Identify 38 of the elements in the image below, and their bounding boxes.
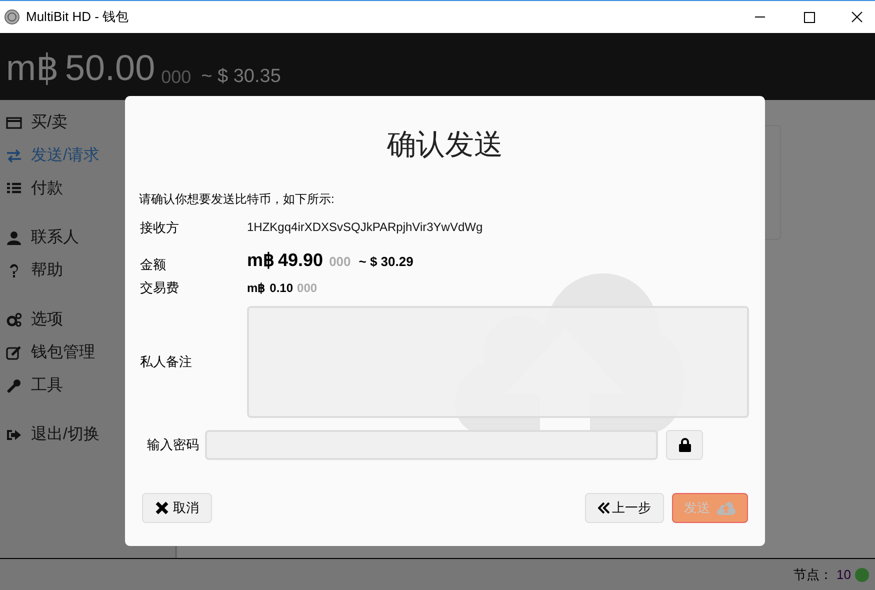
back-button[interactable]: 上一步 — [585, 492, 664, 522]
currency-symbol: m฿ — [247, 249, 274, 272]
notes-field[interactable] — [247, 306, 749, 418]
password-label: 输入密码 — [147, 436, 199, 454]
intro-text: 请确认你想要发送比特币，如下所示: — [139, 190, 334, 208]
lock-button[interactable] — [666, 430, 703, 460]
close-icon — [155, 500, 169, 514]
sidebar-item[interactable]: 买/卖 — [0, 110, 175, 135]
peers-label: 节点： — [794, 566, 833, 584]
fee-fraction: 000 — [297, 280, 318, 297]
balance-amount: 50.00 — [65, 50, 156, 86]
close-icon[interactable] — [851, 11, 863, 23]
dialog-title: 确认发送 — [387, 128, 503, 163]
recipient-address: 1HZKgq4irXDXSvSQJkPARpjhVir3YwVdWg — [247, 219, 483, 236]
sidebar-item[interactable]: 选项 — [0, 307, 175, 332]
lock-icon — [678, 438, 690, 452]
window-title: MultiBit HD - 钱包 — [26, 8, 129, 26]
double-chevron-left-icon — [598, 502, 610, 514]
amount-label: 金额 — [140, 256, 167, 274]
peers-count: 10 — [836, 566, 851, 584]
fee-label: 交易费 — [140, 279, 180, 297]
recipient-label: 接收方 — [140, 218, 180, 236]
currency-symbol: m฿ — [247, 280, 266, 297]
maximize-icon[interactable] — [804, 12, 815, 22]
sidebar-item[interactable]: 发送/请求 — [0, 143, 175, 168]
balance-fraction: 000 — [161, 68, 192, 86]
amount-fraction: 000 — [329, 253, 351, 271]
currency-symbol: m฿ — [6, 50, 59, 86]
sidebar-item[interactable]: 工具 — [0, 373, 175, 398]
amount-value: 49.90 — [278, 249, 324, 272]
fiat-amount: ~ $ 30.29 — [358, 253, 414, 271]
notes-label: 私人备注 — [140, 352, 193, 371]
password-field[interactable] — [205, 430, 658, 460]
fee-value: 0.10 — [270, 280, 294, 297]
cancel-button[interactable]: 取消 — [142, 492, 212, 522]
fiat-balance: ~ $ 30.35 — [201, 67, 281, 86]
cloud-upload-icon — [716, 500, 736, 515]
app-logo-icon — [4, 9, 20, 25]
